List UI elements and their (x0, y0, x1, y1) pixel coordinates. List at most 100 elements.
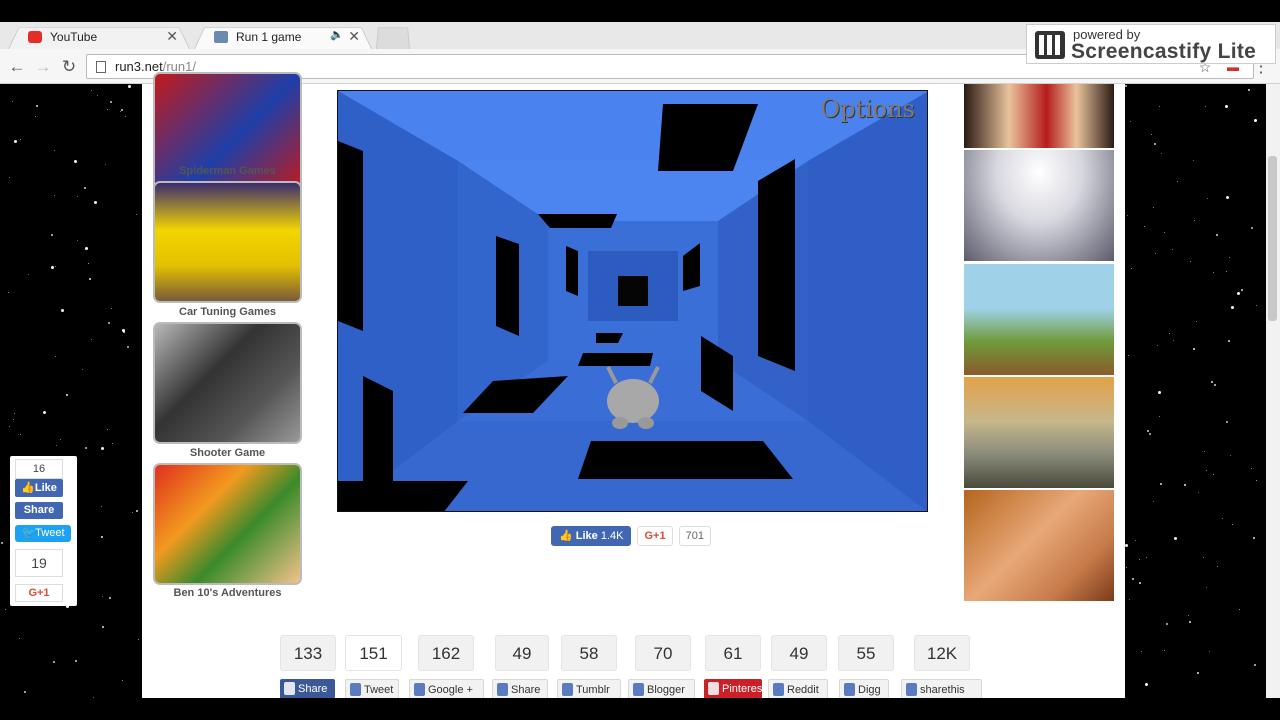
twitter-tweet-button[interactable]: 🐦Tweet (15, 525, 71, 542)
star-dot (1149, 433, 1151, 435)
facebook-share-button[interactable]: Share (15, 502, 63, 519)
star-dot (1151, 134, 1152, 135)
facebook-like-button[interactable]: 👍 Like 1.4K (551, 526, 632, 546)
star-dot (28, 274, 29, 275)
url-host: run3.net (115, 59, 163, 74)
tab-run1[interactable]: Run 1 game 🔈 ✕ (194, 24, 372, 49)
star-dot (1159, 416, 1160, 417)
share-service-icon (906, 683, 917, 696)
share-count: 55 (838, 635, 894, 671)
share-label: Google + (428, 684, 473, 696)
share-button-blogger[interactable]: Blogger (628, 679, 695, 699)
share-button-share[interactable]: Share (492, 679, 548, 699)
share-label: Share (298, 683, 328, 695)
like-label: Like (575, 530, 598, 542)
share-button-tumblr[interactable]: Tumblr (557, 679, 621, 699)
star-dot (60, 439, 61, 440)
star-dot (1125, 544, 1128, 547)
run3-favicon-icon (214, 30, 228, 43)
star-dot (122, 680, 123, 681)
star-dot (1135, 540, 1136, 541)
audio-playing-icon[interactable]: 🔈 (330, 28, 344, 41)
star-dot (1193, 160, 1194, 161)
share-button-share[interactable]: Share (280, 679, 335, 699)
car-tuning-games-thumbnail[interactable] (153, 181, 302, 303)
runner-alien-icon (606, 366, 660, 429)
star-dot (1211, 381, 1213, 383)
forward-arrow-icon[interactable]: → (32, 56, 54, 78)
dress-up-game-thumbnail[interactable] (964, 84, 1114, 148)
share-button-sharethis[interactable]: sharethis (901, 679, 982, 699)
share-button-reddit[interactable]: Reddit (768, 679, 828, 699)
star-dot (1213, 474, 1214, 475)
star-dot (1241, 289, 1243, 291)
star-dot (1158, 391, 1161, 394)
star-dot (1213, 272, 1214, 273)
star-dot (51, 266, 54, 269)
shooter-game-thumbnail[interactable] (153, 322, 302, 444)
new-tab-button[interactable] (376, 24, 410, 49)
star-dot (1, 542, 3, 544)
star-dot (102, 596, 103, 597)
star-dot (1256, 305, 1257, 306)
close-tab-icon[interactable]: ✕ (348, 28, 360, 45)
back-arrow-icon[interactable]: ← (6, 56, 28, 78)
google-plus-count: 701 (678, 526, 711, 546)
arnold-game-thumbnail[interactable] (964, 490, 1114, 601)
starfield-right (1125, 84, 1266, 720)
star-dot (1209, 651, 1210, 652)
share-label: Pinterest (722, 683, 766, 695)
page-content: Spiderman Games Car Tuning Games Shooter… (142, 72, 1125, 699)
star-dot (85, 447, 87, 449)
star-dot (1229, 257, 1230, 258)
game-canvas[interactable]: Options (337, 90, 928, 512)
thumb-caption[interactable]: Shooter Game (142, 447, 313, 459)
star-dot (1256, 480, 1257, 481)
star-dot (1172, 249, 1173, 250)
star-dot (55, 266, 56, 267)
motorbike-game-thumbnail[interactable] (964, 377, 1114, 488)
share-button-tweet[interactable]: Tweet (345, 679, 399, 699)
star-dot (88, 263, 89, 264)
share-button-pinterest[interactable]: Pinterest (704, 679, 766, 699)
star-dot (43, 411, 46, 414)
screen-bottom-border (0, 698, 1280, 720)
star-dot (1251, 468, 1252, 469)
star-dot (1190, 261, 1191, 262)
star-dot (97, 95, 98, 96)
star-dot (1141, 651, 1142, 652)
ben10-adventures-thumbnail[interactable] (153, 463, 302, 585)
thumb-caption[interactable]: Car Tuning Games (142, 306, 313, 318)
facebook-like-button[interactable]: 👍Like (15, 479, 63, 497)
star-dot (1206, 470, 1207, 471)
star-dot (122, 329, 125, 332)
star-dot (1153, 501, 1154, 502)
google-plus-button[interactable]: G+1 (637, 526, 673, 546)
star-dot (91, 90, 92, 91)
thumb-caption[interactable]: Ben 10's Adventures (142, 587, 313, 599)
thumb-caption[interactable]: Spiderman Games (142, 165, 313, 177)
close-tab-icon[interactable]: ✕ (166, 28, 178, 45)
share-button-google[interactable]: Google + (409, 679, 484, 699)
snail-bob-thumbnail[interactable] (964, 264, 1114, 375)
share-service-icon (708, 682, 719, 695)
star-dot (1226, 271, 1227, 272)
star-dot (1232, 524, 1233, 525)
reload-icon[interactable]: ↻ (58, 56, 80, 78)
share-label: Tweet (364, 684, 394, 696)
star-dot (108, 322, 110, 324)
share-service-icon (414, 683, 425, 696)
tab-youtube[interactable]: YouTube ✕ (8, 24, 190, 49)
wheelchair-game-thumbnail[interactable] (964, 150, 1114, 261)
share-button-digg[interactable]: Digg (839, 679, 889, 699)
tunnel-graphic (338, 91, 927, 511)
google-plus-button[interactable]: G+1 (15, 584, 63, 602)
star-dot (107, 109, 108, 110)
star-dot (66, 394, 68, 396)
options-button[interactable]: Options (820, 95, 915, 123)
star-dot (61, 309, 64, 312)
facebook-like-count: 16 (15, 459, 63, 479)
star-dot (24, 691, 26, 693)
scrollbar-thumb[interactable] (1268, 156, 1277, 321)
star-dot (77, 240, 78, 241)
